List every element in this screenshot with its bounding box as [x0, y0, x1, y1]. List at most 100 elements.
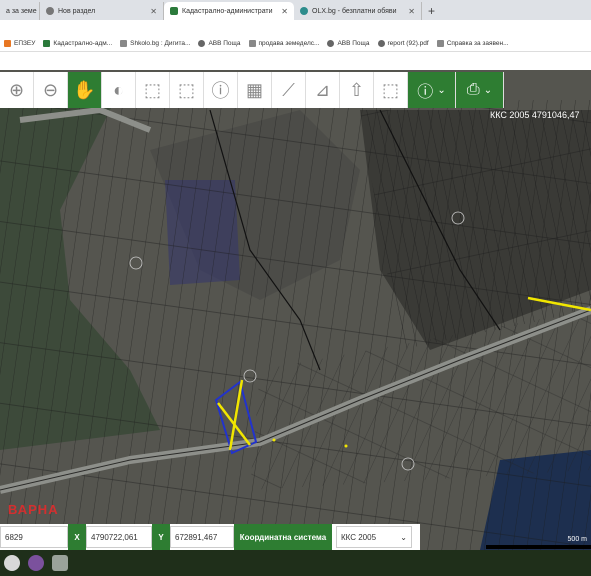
x-coordinate-value: 4790722,061	[91, 532, 138, 542]
tab-olx[interactable]: OLX.bg - безплатни обяви ✕	[294, 2, 422, 20]
globe-icon: ◐	[113, 79, 124, 100]
layers-dropdown-button[interactable]: ⓘ ⌄	[408, 72, 456, 108]
y-coordinate-field[interactable]: 672891,467	[170, 526, 234, 548]
bookmark-icon	[43, 40, 51, 47]
bookmarks-bar: ЕПЗЕУ Кадастрално-адм... Shkolo.bg : Диг…	[0, 36, 591, 52]
bookmark-label: Shkolo.bg : Дигита...	[130, 40, 191, 47]
x-coordinate-field[interactable]: 4790722,061	[86, 526, 152, 548]
address-bar-area	[0, 20, 591, 36]
ruler-tool-button[interactable]: ⟋	[272, 72, 306, 108]
bookmark-item[interactable]: ЕПЗЕУ	[4, 40, 35, 47]
zoom-in-icon: ⊕	[8, 79, 25, 100]
page-header-spacer	[0, 52, 591, 70]
zoom-in-tool-button[interactable]: ⊕	[0, 72, 34, 108]
bookmark-icon	[120, 40, 128, 47]
bookmark-label: продава земеделс...	[258, 40, 320, 47]
cadastral-map[interactable]	[0, 70, 591, 550]
coordinate-system-value: ККС 2005	[341, 532, 377, 542]
bookmark-label: Кадастрално-адм...	[53, 40, 113, 47]
close-tab-icon[interactable]: ✕	[281, 7, 288, 16]
polygon-area-icon: ⊿	[314, 79, 331, 100]
coordinate-system-select[interactable]: ККС 2005 ⌄	[336, 526, 412, 548]
coordinate-bar: 6829 X 4790722,061 Y 672891,467 Координа…	[0, 524, 420, 550]
scale-label: 500 m	[567, 536, 587, 543]
bookmark-label: ЕПЗЕУ	[14, 40, 36, 47]
chevron-down-icon: ⌄	[400, 532, 407, 542]
print-dropdown-button[interactable]: ⎙ ⌄	[456, 72, 504, 108]
bookmark-item[interactable]: АВВ Поща	[327, 40, 370, 47]
coordinate-system-label: Координатна система	[234, 524, 332, 550]
yellow-point	[344, 444, 348, 448]
tab-cadastre[interactable]: Кадастрално-административн ✕	[164, 2, 294, 20]
viber-icon[interactable]	[28, 555, 44, 571]
chevron-down-icon: ⌄	[437, 84, 446, 96]
olx-favicon-icon	[300, 7, 308, 15]
upload-tool-button[interactable]: ⇧	[340, 72, 374, 108]
bookmark-item[interactable]: Shkolo.bg : Дигита...	[120, 40, 190, 47]
tab-new-section[interactable]: Нов раздел ✕	[40, 2, 164, 20]
map-canvas	[0, 70, 591, 550]
select-rectangle-icon: ⬚	[143, 79, 161, 100]
upload-icon: ⇧	[348, 79, 365, 100]
bookmark-label: Справка за заявен...	[446, 40, 509, 47]
tab-label: а за земе	[6, 7, 37, 15]
bookmark-item[interactable]: продава земеделс...	[248, 40, 320, 47]
parcel-grid-ne	[360, 110, 591, 350]
globe-icon	[327, 40, 335, 47]
browser-tab-bar: а за земе ✕ Нов раздел ✕ Кадастрално-адм…	[0, 0, 591, 20]
top-coordinate-readout: ККС 2005 4791046,47	[490, 110, 580, 120]
info-icon: ⓘ	[211, 81, 230, 101]
coordinate-value: 6829	[5, 532, 23, 542]
map-toolbar: ⊕ ⊖ ✋ ◐ ⬚ ⬚ ⓘ ▦ ⟋ ⊿ ⇧ ⬚ ⓘ ⌄ ⎙ ⌄	[0, 72, 504, 108]
tab-land-sale[interactable]: а за земе ✕	[0, 2, 40, 20]
bookmark-icon	[436, 40, 444, 47]
city-label: ВАРНА	[8, 502, 59, 517]
bookmark-label: АВВ Поща	[208, 40, 241, 47]
chevron-down-icon: ⌄	[483, 84, 493, 96]
zoom-out-tool-button[interactable]: ⊖	[34, 72, 68, 108]
yellow-point	[272, 438, 276, 442]
bookmark-item[interactable]: Справка за заявен...	[436, 40, 509, 47]
tab-label: Нов раздел	[58, 7, 96, 15]
new-tab-button[interactable]: +	[422, 2, 441, 20]
select-cursor-icon: ⬚	[381, 79, 399, 100]
select-rectangle-minus-icon: ⬚	[177, 79, 195, 100]
os-taskbar	[0, 550, 591, 576]
scale-line	[486, 545, 591, 549]
app-icon[interactable]	[52, 555, 68, 571]
globe-icon	[377, 40, 385, 47]
chrome-icon	[46, 7, 54, 15]
select-rectangle-tool-button[interactable]: ⬚	[136, 72, 170, 108]
building-icon: ▦	[245, 79, 263, 100]
pan-hand-icon: ✋	[73, 79, 96, 100]
bookmark-label: АВВ Поща	[337, 40, 370, 47]
pan-hand-tool-button[interactable]: ✋	[68, 72, 102, 108]
tab-label: Кадастрално-административн	[182, 7, 274, 15]
bookmark-icon	[248, 40, 256, 47]
coordinate-field-partial[interactable]: 6829	[0, 526, 68, 548]
info-tool-button[interactable]: ⓘ	[204, 72, 238, 108]
polygon-area-tool-button[interactable]: ⊿	[306, 72, 340, 108]
bookmark-item[interactable]: report (92).pdf	[377, 40, 429, 47]
layers-icon: ⓘ	[417, 84, 434, 101]
bookmark-item[interactable]: АВВ Поща	[198, 40, 241, 47]
select-cursor-tool-button[interactable]: ⬚	[374, 72, 408, 108]
app-icon[interactable]	[4, 555, 20, 571]
tab-label: OLX.bg - безплатни обяви	[312, 7, 397, 15]
ruler-icon: ⟋	[282, 79, 295, 100]
printer-icon: ⎙	[466, 81, 480, 98]
globe-tool-button[interactable]: ◐	[102, 72, 136, 108]
bookmark-icon	[4, 40, 11, 47]
y-coordinate-value: 672891,467	[175, 532, 218, 542]
y-label: Y	[152, 524, 170, 550]
scale-bar: 500 m	[486, 536, 591, 550]
close-tab-icon[interactable]: ✕	[150, 7, 157, 16]
close-tab-icon[interactable]: ✕	[408, 7, 415, 16]
zoom-out-icon: ⊖	[42, 79, 59, 100]
building-tool-button[interactable]: ▦	[238, 72, 272, 108]
bookmark-label: report (92).pdf	[387, 40, 429, 47]
bookmark-item[interactable]: Кадастрално-адм...	[43, 40, 112, 47]
select-rectangle-minus-tool-button[interactable]: ⬚	[170, 72, 204, 108]
x-label: X	[68, 524, 86, 550]
cadastre-favicon-icon	[170, 7, 178, 15]
